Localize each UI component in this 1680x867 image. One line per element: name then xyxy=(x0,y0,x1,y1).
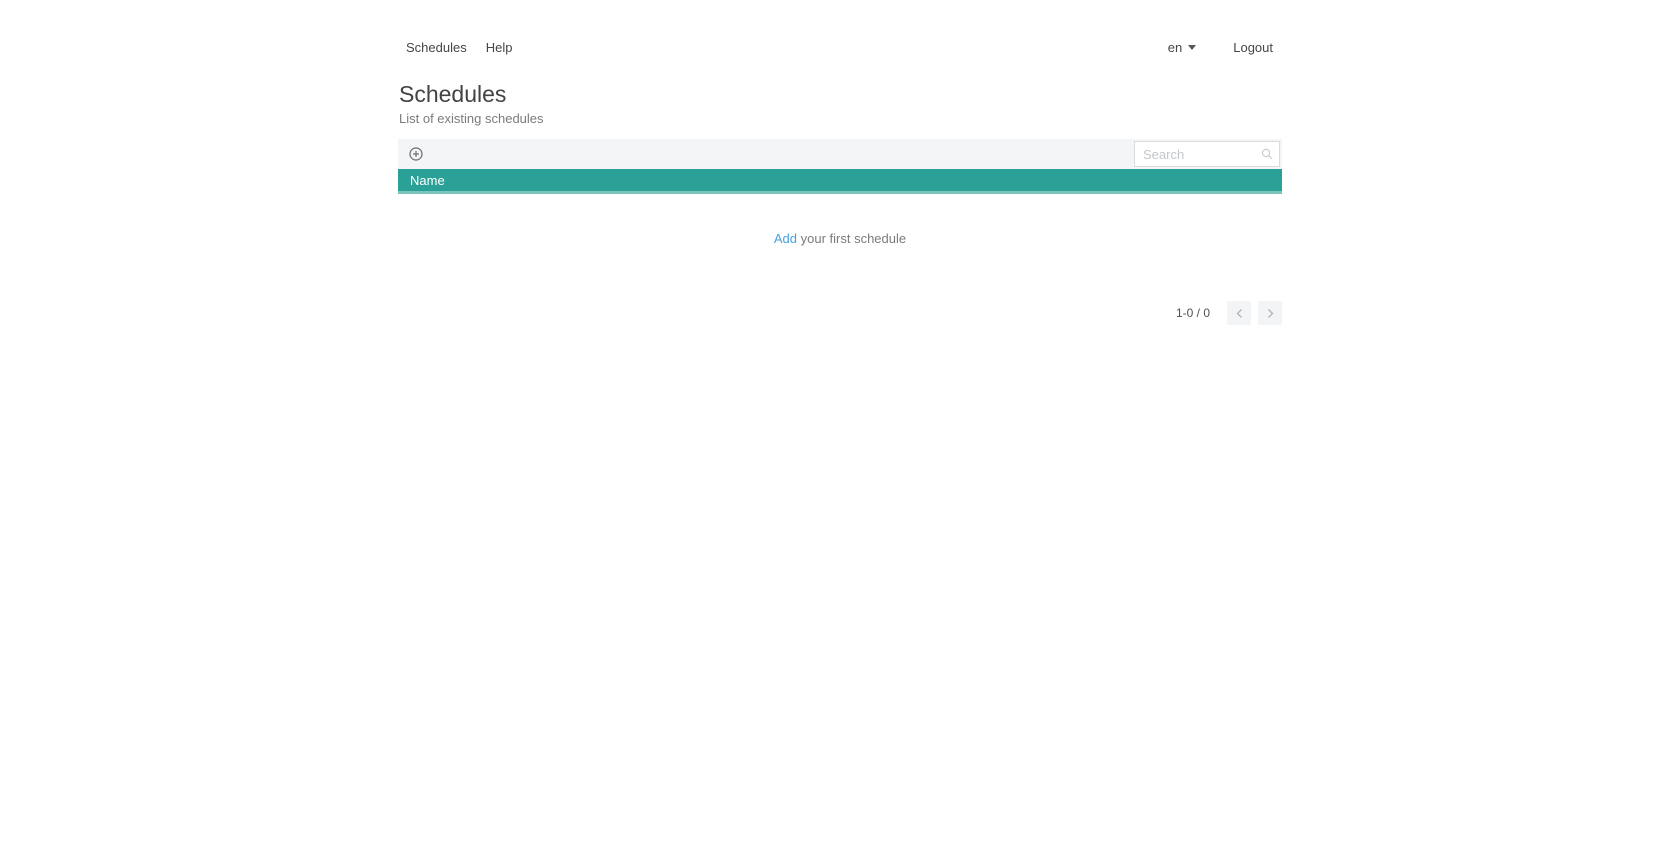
pagination-prev-button[interactable] xyxy=(1227,301,1251,325)
chevron-right-icon xyxy=(1266,308,1275,319)
schedules-grid: Name Add your first schedule xyxy=(398,139,1282,247)
pagination: 1-0 / 0 xyxy=(398,301,1282,325)
nav-item-help[interactable]: Help xyxy=(486,40,513,55)
search-field-wrapper xyxy=(1134,141,1280,167)
page-subtitle: List of existing schedules xyxy=(399,111,544,126)
page-title: Schedules xyxy=(399,81,507,107)
language-label: en xyxy=(1167,40,1183,55)
language-selector[interactable]: en xyxy=(1167,40,1197,55)
add-first-schedule-link[interactable]: Add xyxy=(774,231,797,246)
nav-left-group: Schedules Help xyxy=(398,40,531,55)
pagination-range-label: 1-0 / 0 xyxy=(1175,306,1210,320)
search-icon xyxy=(1261,148,1273,160)
empty-state: Add your first schedule xyxy=(398,231,1282,247)
grid-toolbar xyxy=(398,139,1282,169)
nav-right-group: en Logout xyxy=(1168,40,1282,55)
add-schedule-button[interactable] xyxy=(408,146,424,162)
empty-state-text: your first schedule xyxy=(797,231,907,246)
grid-header-row: Name xyxy=(398,169,1282,194)
top-navigation: Schedules Help en Logout xyxy=(398,0,1282,55)
plus-circle-icon xyxy=(409,147,423,161)
nav-item-schedules[interactable]: Schedules xyxy=(406,40,467,55)
logout-button[interactable]: Logout xyxy=(1233,40,1273,55)
main-container: Schedules Help en Logout Schedules List … xyxy=(398,0,1282,325)
chevron-left-icon xyxy=(1235,308,1244,319)
caret-down-icon xyxy=(1188,45,1197,50)
column-header-name[interactable]: Name xyxy=(410,173,445,188)
search-input[interactable] xyxy=(1134,141,1280,167)
pagination-next-button[interactable] xyxy=(1258,301,1282,325)
